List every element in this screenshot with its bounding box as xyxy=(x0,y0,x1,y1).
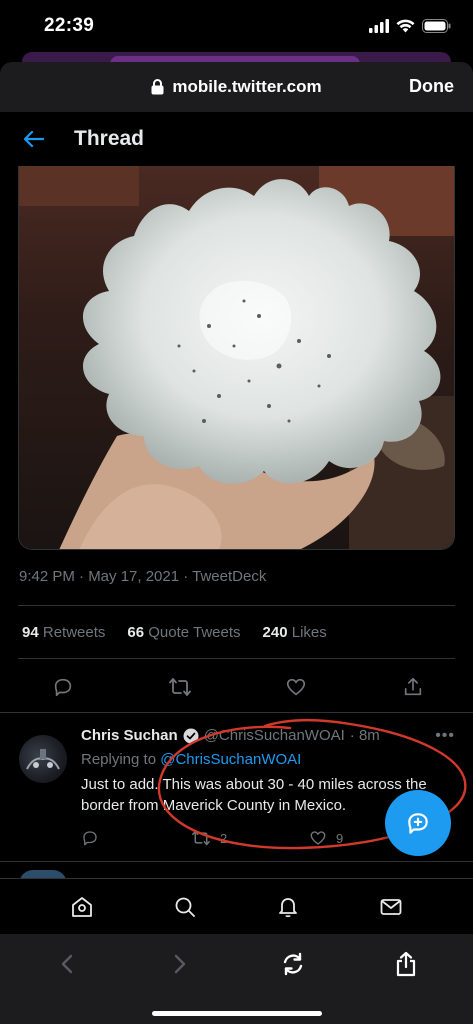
share-icon[interactable] xyxy=(398,672,428,702)
browser-top-bar: mobile.twitter.com Done xyxy=(0,62,473,112)
battery-icon xyxy=(422,19,451,33)
reply-action-bar: 2 9 xyxy=(81,829,381,847)
tweet-media-image[interactable] xyxy=(18,166,455,550)
reply-icon xyxy=(83,831,97,846)
replying-to-link[interactable]: @ChrisSuchanWOAI xyxy=(160,751,301,768)
browser-bottom-toolbar xyxy=(0,934,473,1024)
compose-icon xyxy=(408,813,428,834)
avatar[interactable] xyxy=(19,735,67,783)
reply-retweet-count: 2 xyxy=(220,830,228,846)
tweet-timestamp[interactable]: 9:42 PM · May 17, 2021 · TweetDeck xyxy=(19,568,266,585)
bottom-tab-bar xyxy=(0,878,473,934)
heart-icon[interactable] xyxy=(281,672,311,702)
status-icons xyxy=(369,19,451,33)
home-icon[interactable] xyxy=(68,893,96,921)
lock-icon xyxy=(151,79,164,95)
retweet-icon[interactable] xyxy=(165,672,195,702)
more-options-icon[interactable]: ••• xyxy=(435,727,455,745)
verified-badge-icon xyxy=(183,728,199,743)
reply-reply-button[interactable] xyxy=(81,829,191,847)
divider xyxy=(18,658,455,659)
search-icon[interactable] xyxy=(171,893,199,921)
stat-quote-tweets[interactable]: 66 Quote Tweets xyxy=(127,624,240,641)
thread-header: Thread xyxy=(0,112,473,166)
reply-header: Chris Suchan @ChrisSuchanWOAI · 8m xyxy=(81,727,380,744)
reply-author-name[interactable]: Chris Suchan xyxy=(81,727,178,744)
status-time: 22:39 xyxy=(44,15,95,36)
reload-icon[interactable] xyxy=(273,944,313,984)
reply-like-button[interactable]: 9 xyxy=(309,829,343,847)
divider xyxy=(18,605,455,606)
mail-icon[interactable] xyxy=(377,893,405,921)
reply-time: · 8m xyxy=(349,727,380,744)
reply-author-handle[interactable]: @ChrisSuchanWOAI xyxy=(204,727,345,744)
bell-icon[interactable] xyxy=(274,893,302,921)
signal-icon xyxy=(369,19,389,33)
home-indicator xyxy=(152,1011,322,1016)
tweet-stats: 94 Retweets 66 Quote Tweets 240 Likes xyxy=(22,624,327,641)
back-arrow-icon[interactable] xyxy=(18,123,50,155)
browser-back-icon[interactable] xyxy=(47,944,87,984)
replying-to: Replying to @ChrisSuchanWOAI xyxy=(81,751,301,768)
heart-icon xyxy=(310,831,326,845)
status-bar: 22:39 xyxy=(0,0,473,52)
url-bar[interactable]: mobile.twitter.com xyxy=(151,77,322,97)
done-button[interactable]: Done xyxy=(409,76,454,97)
replying-to-label: Replying to xyxy=(81,751,157,768)
stat-likes[interactable]: 240 Likes xyxy=(263,624,327,641)
page-title: Thread xyxy=(74,127,145,150)
wifi-icon xyxy=(396,19,415,33)
reply-icon[interactable] xyxy=(48,672,78,702)
stat-retweets[interactable]: 94 Retweets xyxy=(22,624,105,641)
reply-like-count: 9 xyxy=(336,830,344,846)
url-text: mobile.twitter.com xyxy=(172,77,322,96)
share-icon[interactable] xyxy=(386,944,426,984)
compose-button[interactable] xyxy=(385,790,451,856)
reply-retweet-button[interactable]: 2 xyxy=(191,829,309,847)
browser-forward-icon[interactable] xyxy=(160,944,200,984)
retweet-icon xyxy=(192,830,210,846)
tweet-action-bar xyxy=(48,672,428,702)
